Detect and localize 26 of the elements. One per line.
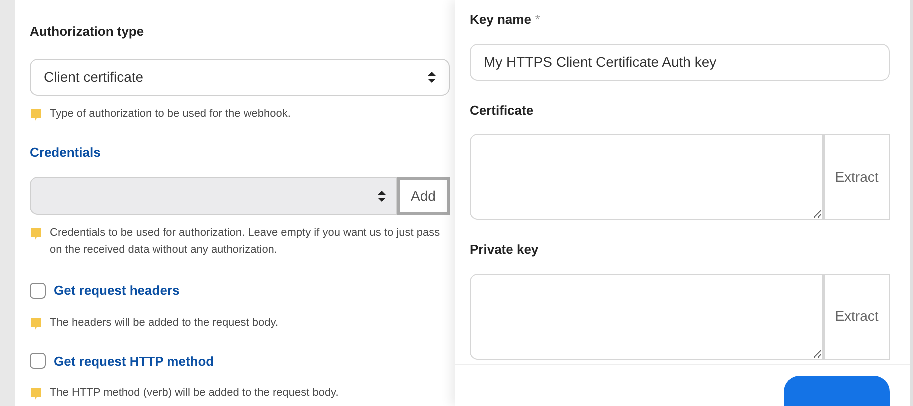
chevron-updown-icon [428, 72, 436, 82]
field-label: Private key [470, 241, 540, 259]
comment-icon [30, 227, 42, 241]
field-label: Credentials [30, 144, 102, 162]
checkbox-label[interactable]: Get request headers [54, 281, 180, 300]
chevron-updown-icon [378, 190, 386, 202]
hint-text: The headers will be added to the request body. [50, 316, 279, 330]
checkbox[interactable] [30, 353, 46, 370]
primary-button[interactable] [784, 376, 890, 406]
field-label: Authorization type [30, 23, 146, 41]
comment-icon [30, 108, 42, 122]
extract-button[interactable]: Extract [823, 274, 890, 360]
required-mark: * [535, 11, 540, 29]
hint-text: Credentials to be used for authorization. Leave empty if you want us to just pass on the received data without any authorization. [50, 226, 442, 258]
authorization-select[interactable]: Client certificate [30, 58, 450, 96]
field-label: Key name [470, 11, 532, 29]
checkbox[interactable] [30, 282, 46, 299]
key-name-input[interactable]: My HTTPS Client Certificate Auth key [470, 44, 890, 80]
checkbox-label[interactable]: Get request HTTP method [54, 352, 214, 371]
add-button[interactable]: Add [397, 177, 450, 215]
extract-button[interactable]: Extract [823, 134, 890, 220]
field-label: Certificate [470, 102, 535, 120]
hint-text: Type of authorization to be used for the webhook. [50, 106, 291, 122]
comment-icon [30, 316, 42, 330]
comment-icon [30, 387, 42, 401]
hint-text: The HTTP method (verb) will be added to the request body. [50, 386, 339, 401]
